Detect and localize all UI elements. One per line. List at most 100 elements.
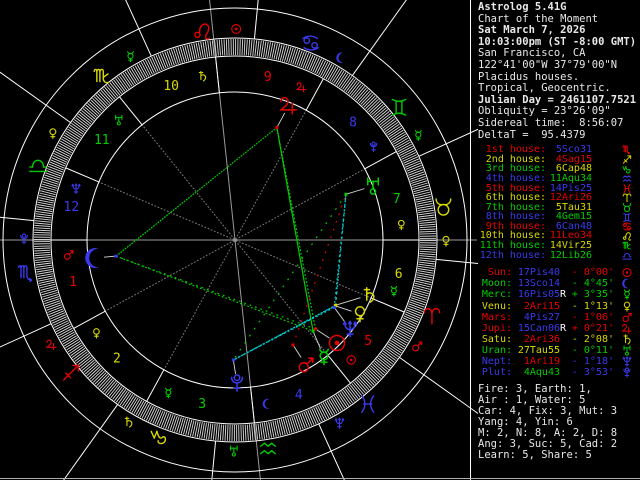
planet-row: Plut: 4Aqu43 - 3°53' [478,367,634,378]
planet-position-dot [231,358,235,362]
chart-header: Astrolog 5.41G Chart of the Moment Sat Mar… [478,1,636,141]
sign-boundary-line [351,0,407,76]
planet-position-dot [114,254,118,258]
gemini-sign-icon [391,98,407,116]
house-number: 5 [364,334,372,349]
sign-boundary-line [318,423,345,480]
aspect-line-trine [276,127,314,332]
aries-sign-icon [622,193,632,203]
sagittarius-sign-icon [62,364,79,381]
venus-house-ruler-icon [397,219,405,231]
venus-ruler-icon [49,128,57,140]
planet-label: Mars: [481,311,512,323]
house-boundary-line [370,297,405,313]
house-number: 9 [264,70,272,85]
planets-table: Sun: 17Pis40- 0°00' Moon: 13Sco14- 4°45' Mer… [478,267,634,378]
saturn-house-ruler-icon [198,70,207,82]
planet-declination: - 3°53' [571,367,614,379]
header-line: 122°41'00"W 37°79'00"N [478,58,618,71]
planet-row: Nept: 1Ari19 - 1°18' [478,356,634,367]
pisces-sign-icon [623,183,631,193]
header-line: Sidereal time: 8:56:07 [478,116,624,129]
taurus-sign-icon [435,198,452,216]
mercury-ruler-icon [414,129,422,142]
planet-row: Satu: 2Ari36 - 2°08' [478,334,634,345]
planet-position-dot [311,329,315,333]
moon-ruler-icon [336,52,344,64]
moon-planet-icon [622,279,629,289]
planet-label: Merc: [481,289,512,301]
mercury-planet-icon [623,289,631,301]
element-stats: Fire: 3, Earth: 1, Air : 1, Water: 5 Car: … [478,384,634,461]
planet-position-dot [332,305,336,309]
gemini-sign-icon [623,212,631,222]
stats-line: Learn: 5, Share: 5 [478,449,592,462]
sign-boundary-line [436,258,478,264]
aries-sign-icon [423,307,441,325]
libra-sign-icon [622,252,632,260]
info-sidebar: Astrolog 5.41G Chart of the Moment Sat Mar… [478,1,636,461]
house-number: 3 [198,397,206,412]
jupiter-ruler-icon [46,339,57,351]
pisces-sign-icon [361,395,375,413]
house-cusp-value: 12Lib26 [549,249,592,261]
planet-pointer-line [315,328,330,339]
planet-pointer-line [276,112,286,128]
planet-pointer-line [232,359,237,375]
mars-ruler-icon [412,341,423,352]
astrolog-window: 1 2 3 4 5 6 7 8 9 10 11 12 Astrolog 5.41G Chart of t… [0,0,640,480]
scorpio-sign-icon [622,145,630,155]
planet-row: Uran: 27Tau55 - 0°11' [478,345,634,356]
planet-declination: + 0°21' [571,322,614,334]
pluto-planet-icon [230,374,244,392]
planet-declination: - 1°06' [571,311,614,323]
house-number: 2 [113,352,121,367]
mercury-house-ruler-icon [165,387,172,399]
planet-position-value: 4Pis27 [523,311,560,323]
planet-pointer-line [345,188,365,195]
planet-declination: - 4°45' [571,278,614,290]
sign-boundary-line [0,71,71,124]
house-boundary-line [65,167,100,183]
venus-ruler-icon [442,235,450,247]
pluto-house-ruler-icon [369,141,378,153]
house-boundary-line [250,387,255,424]
mars-planet-icon [622,312,632,322]
sign-boundary-line [211,441,217,480]
house-boundary-line [73,310,106,329]
planet-position-dot [275,126,279,130]
venus-house-ruler-icon [93,328,100,339]
planet-pointer-line [335,297,361,306]
sun-planet-icon [622,268,632,278]
house-number: 12 [64,200,80,215]
planet-label: Nept: [481,356,512,367]
pluto-planet-icon [623,367,631,378]
planet-label: Satu: [481,333,512,345]
planet-label: Moon: [481,278,512,290]
saturn-planet-icon [623,334,631,345]
planet-pointer-line [333,307,346,322]
planet-position-value: 2Ari36 [523,333,560,345]
neptune-planet-icon [342,320,358,338]
planet-position-dot [291,343,295,347]
planet-pointer-line [292,344,302,358]
retrograde-marker: R [560,322,567,334]
planet-declination: - 0°00' [571,267,614,279]
saturn-ruler-icon [124,416,133,428]
sign-boundary-line [399,356,478,415]
leo-sign-icon [194,23,211,40]
planet-declination: - 1°13' [571,300,614,312]
planet-declination: + 3°35' [571,289,614,301]
leo-sign-icon [622,232,632,241]
planet-row: Moon: 13Sco14 - 4°45' [478,278,634,289]
planet-position-dot [344,192,348,196]
planet-pointer-line [103,255,117,258]
taurus-sign-icon [622,202,632,212]
capricorn-sign-icon [150,430,167,445]
house-boundary-line [364,151,397,170]
cancer-sign-icon [302,35,320,51]
planet-position-value: 17Pis40 [517,267,560,279]
planet-row: Merc: 16Pis05 R + 3°35' [478,289,634,300]
aspect-line-trine [115,255,314,332]
aspect-line-sextile [333,194,347,308]
